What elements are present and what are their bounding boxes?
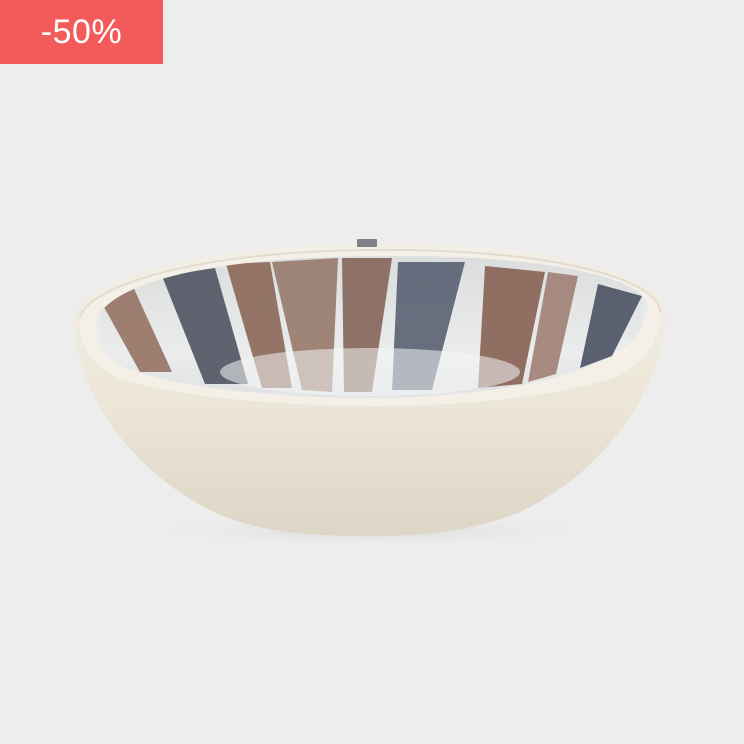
rim-mark — [357, 239, 377, 247]
glaze-center — [220, 348, 520, 396]
product-image[interactable] — [0, 0, 744, 744]
discount-badge: -50% — [0, 0, 163, 64]
product-card[interactable]: -50% — [0, 0, 744, 744]
